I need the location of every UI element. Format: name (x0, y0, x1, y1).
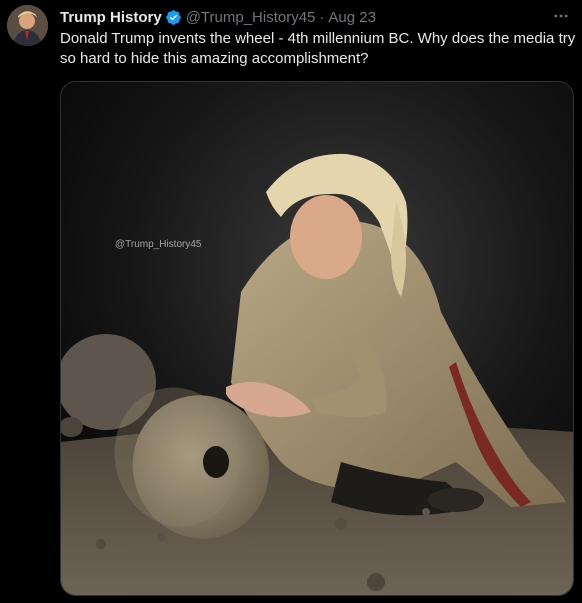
handle[interactable]: @Trump_History45 (186, 9, 316, 26)
scene-illustration (61, 82, 573, 595)
avatar[interactable] (7, 5, 48, 46)
timestamp[interactable]: Aug 23 (328, 9, 376, 26)
tweet-text: Donald Trump invents the wheel - 4th mil… (60, 30, 576, 67)
image-watermark: @Trump_History45 (115, 239, 202, 250)
tweet: Trump History @Trump_History45 · Aug 23 … (0, 0, 582, 603)
separator: · (319, 8, 325, 26)
more-options-icon[interactable] (549, 6, 573, 26)
display-name[interactable]: Trump History (60, 9, 162, 26)
verified-badge-icon (165, 9, 182, 26)
tweet-header: Trump History @Trump_History45 · Aug 23 (60, 7, 376, 27)
tweet-image[interactable]: @Trump_History45 (60, 81, 574, 596)
